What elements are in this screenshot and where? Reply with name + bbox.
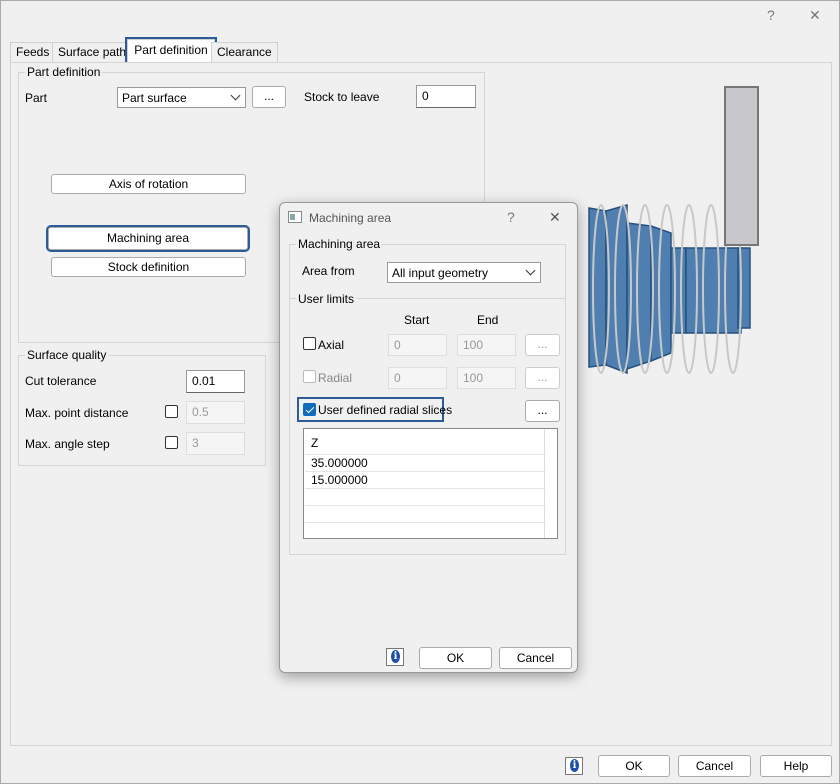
table-row[interactable] (305, 489, 545, 506)
start-header: Start (404, 313, 430, 327)
tab-feeds[interactable]: Feeds (10, 42, 56, 62)
cut-tolerance-label: Cut tolerance (25, 374, 97, 388)
table-row[interactable]: 15.000000 (305, 472, 545, 489)
stock-to-leave-input[interactable]: 0 (416, 85, 476, 108)
part-section-right (685, 247, 742, 334)
stock-to-leave-label: Stock to leave (304, 90, 380, 104)
max-angle-step-label: Max. angle step (25, 437, 110, 451)
max-angle-step-input[interactable]: 3 (186, 432, 245, 455)
chevron-down-icon (525, 265, 536, 276)
stock-definition-button[interactable]: Stock definition (51, 257, 246, 277)
help-button[interactable]: Help (760, 755, 832, 777)
radial-label: Radial (318, 371, 353, 385)
table-row[interactable] (305, 506, 545, 523)
axial-end-input[interactable]: 100 (457, 334, 516, 356)
area-from-label: Area from (302, 264, 355, 278)
close-icon[interactable]: ✕ (809, 7, 821, 24)
radial-browse-button[interactable]: ... (525, 367, 560, 389)
part-definition-group-title: Part definition (25, 65, 103, 79)
dialog-ok-button[interactable]: OK (419, 647, 492, 669)
table-cell-z: 35.000000 (311, 456, 368, 470)
user-defined-radial-slices-label: User defined radial slices (318, 403, 453, 417)
machining-area-group-title: Machining area (296, 237, 383, 251)
axial-checkbox[interactable] (303, 337, 316, 350)
end-header: End (477, 313, 499, 327)
radial-start-input[interactable]: 0 (388, 367, 447, 389)
table-row[interactable]: 35.000000 (305, 455, 545, 472)
table-cell-z: 15.000000 (311, 473, 368, 487)
tab-part-definition[interactable]: Part definition (125, 37, 217, 65)
chevron-down-icon (230, 90, 241, 101)
table-header-z: Z (311, 436, 319, 450)
area-from-value: All input geometry (392, 266, 489, 280)
tab-surface-paths[interactable]: Surface paths (52, 42, 139, 62)
dialog-cancel-button[interactable]: Cancel (499, 647, 572, 669)
axis-of-rotation-button[interactable]: Axis of rotation (51, 174, 246, 194)
user-defined-radial-slices-checkbox[interactable] (303, 403, 316, 416)
dialog-app-icon (288, 211, 302, 223)
radial-slices-table[interactable]: Z 35.000000 15.000000 (303, 428, 558, 539)
axial-browse-button[interactable]: ... (525, 334, 560, 356)
max-angle-step-checkbox[interactable] (165, 436, 178, 449)
dialog-close-icon[interactable]: ✕ (549, 209, 561, 226)
radial-slices-browse-button[interactable]: ... (525, 400, 560, 422)
part-select-value: Part surface (122, 91, 187, 105)
radial-checkbox[interactable] (303, 370, 316, 383)
tab-clearance[interactable]: Clearance (211, 42, 278, 62)
part-browse-button[interactable]: ... (252, 86, 286, 108)
part-section-left (588, 207, 607, 368)
area-from-select[interactable]: All input geometry (387, 262, 541, 283)
part-section-neck (670, 247, 687, 334)
max-point-distance-checkbox[interactable] (165, 405, 178, 418)
tool-shape (724, 86, 759, 246)
user-limits-group-title: User limits (296, 292, 356, 306)
surface-quality-group-title: Surface quality (25, 348, 109, 362)
info-icon[interactable] (565, 757, 583, 775)
dialog-title: Machining area (309, 211, 392, 225)
ok-button[interactable]: OK (598, 755, 670, 777)
machining-area-dialog: Machining area ? ✕ Machining area Area f… (279, 202, 578, 673)
help-icon[interactable]: ? (767, 7, 775, 23)
radial-end-input[interactable]: 100 (457, 367, 516, 389)
part-select[interactable]: Part surface (117, 87, 246, 108)
max-point-distance-label: Max. point distance (25, 406, 129, 420)
machining-area-button[interactable]: Machining area (46, 225, 250, 252)
axial-label: Axial (318, 338, 345, 352)
dialog-info-icon[interactable] (386, 648, 404, 666)
cut-tolerance-input[interactable]: 0.01 (186, 370, 245, 393)
axial-start-input[interactable]: 0 (388, 334, 447, 356)
dialog-help-icon[interactable]: ? (507, 209, 515, 225)
part-label: Part (25, 91, 48, 105)
max-point-distance-input[interactable]: 0.5 (186, 401, 245, 424)
cancel-button[interactable]: Cancel (678, 755, 751, 777)
part-illustration (588, 86, 759, 375)
